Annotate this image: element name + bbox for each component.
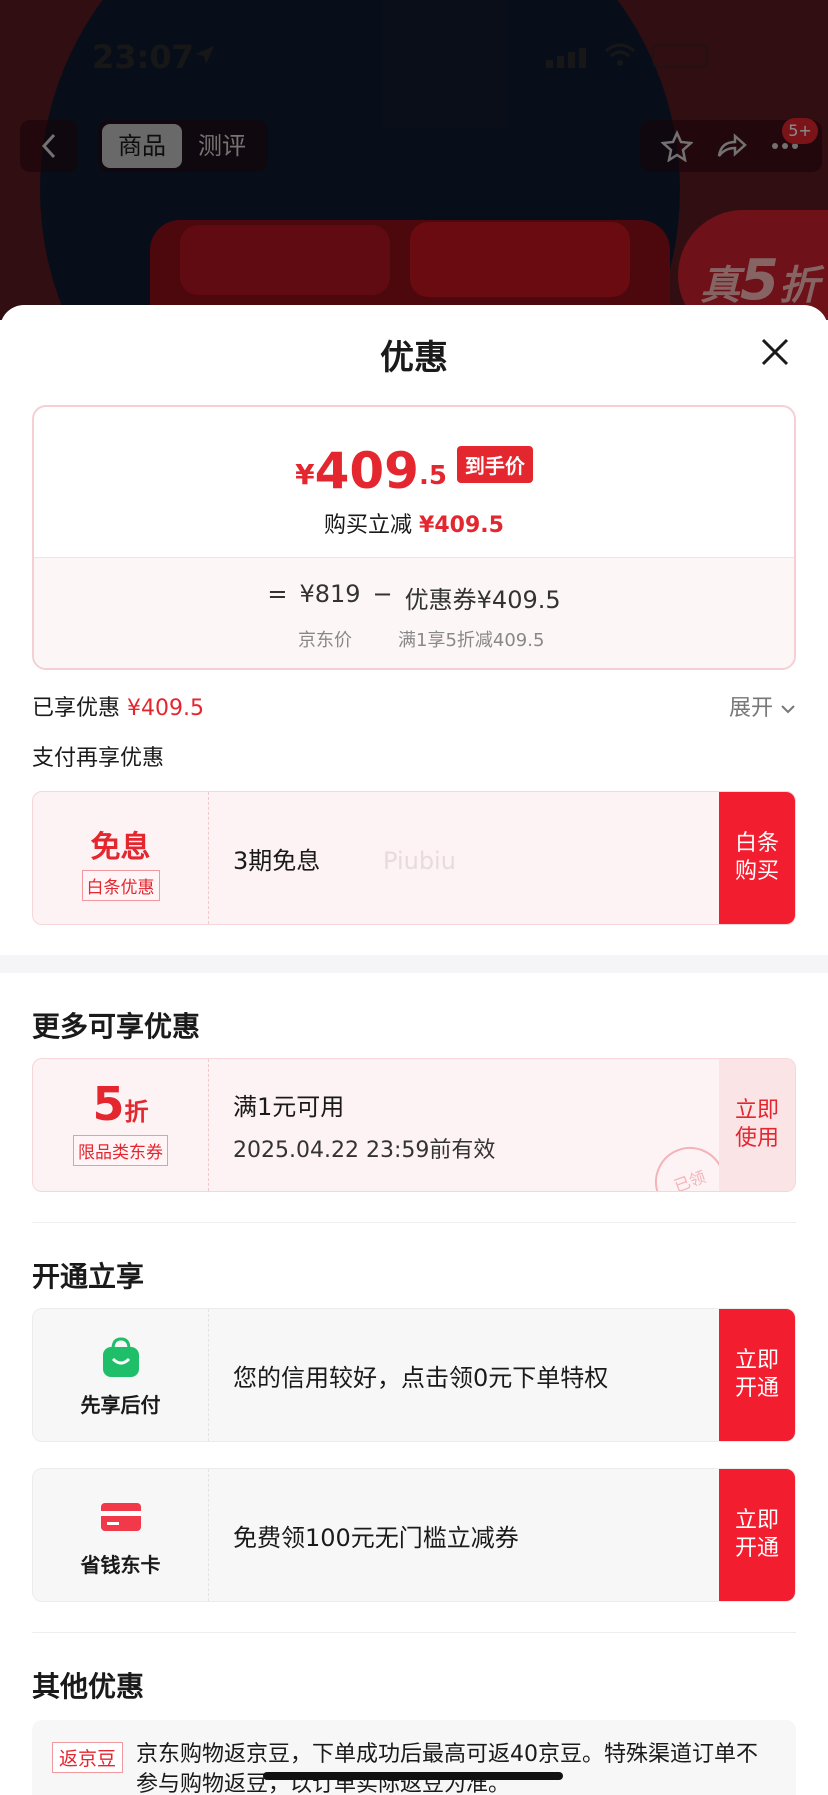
interest-free-label: 免息 [90,830,151,865]
home-indicator[interactable] [263,1772,563,1780]
section-divider [0,955,828,973]
saving-card-item: 省钱东卡 免费领100元无门槛立减券 立即 开通 [32,1468,796,1602]
open-pay-later-button[interactable]: 立即 开通 [719,1309,795,1441]
chevron-down-icon [781,705,795,714]
installment-text: 3期免息 [233,846,321,875]
pay-more-title: 支付再享优惠 [32,746,165,771]
expand-button[interactable]: 展开 [729,690,796,722]
final-price-card: ¥ 409 .5 到手价 购买立减 ¥409.5 = ¥819 − 优惠券¥40… [32,405,796,670]
jd-price: ¥819 [299,580,361,608]
sheet-title: 优惠 [380,338,448,378]
coupon-condition: 满1元可用 [233,1092,345,1121]
watermark: Piubiu [383,847,456,875]
jingdou-rebate: 返京豆 京东购物返京豆，下单成功后最高可返40京豆。特殊渠道订单不参与购物返豆，… [32,1720,796,1795]
pay-later-text: 您的信用较好，点击领0元下单特权 [233,1363,609,1392]
use-coupon-button[interactable]: 立即 使用 [719,1059,795,1191]
pay-later-item: 先享后付 您的信用较好，点击领0元下单特权 立即 开通 [32,1308,796,1442]
coupon-label: 满1享5折减409.5 [398,630,545,651]
coupon-discount: 5折 [92,1077,149,1131]
divider [32,1632,796,1633]
jingdou-tag: 返京豆 [52,1742,124,1773]
baitiao-coupon: 免息 白条优惠 3期免息 Piubiu 白条 购买 [32,791,796,925]
price-breakdown: = ¥819 − 优惠券¥409.5 京东价 满1享5折减409.5 [34,557,794,668]
close-icon[interactable] [758,335,792,369]
modal-backdrop[interactable] [0,0,828,320]
discount-coupon: 5折 限品类东券 满1元可用 2025.04.22 23:59前有效 已领 立即… [32,1058,796,1192]
enjoyed-discount: 已享优惠 ¥409.5 [32,696,204,721]
discount-sheet: 优惠 ¥ 409 .5 到手价 购买立减 ¥409.5 = ¥819 − 优惠券… [0,305,828,1795]
coupon-category-tag: 限品类东券 [73,1135,168,1166]
final-price-tag: 到手价 [456,446,533,483]
baitiao-buy-button[interactable]: 白条 购买 [719,792,795,924]
divider [32,1222,796,1223]
saving-card-text: 免费领100元无门槛立减券 [233,1523,519,1552]
pay-later-name: 先享后付 [80,1393,161,1417]
saving-card-name: 省钱东卡 [80,1553,161,1577]
shopping-bag-icon [102,1337,139,1377]
other-discounts-title: 其他优惠 [32,1670,145,1703]
jd-price-label: 京东价 [298,630,352,651]
discount-summary: 购买立减 ¥409.5 [324,513,504,538]
final-price: ¥ 409 .5 到手价 [34,445,794,497]
open-now-title: 开通立享 [32,1260,145,1293]
coupon-expiry: 2025.04.22 23:59前有效 [233,1137,496,1163]
jingdou-text: 京东购物返京豆，下单成功后最高可返40京豆。特殊渠道订单不参与购物返豆，以订单实… [136,1742,758,1795]
open-saving-card-button[interactable]: 立即 开通 [719,1469,795,1601]
coupon-amount: 优惠券¥409.5 [404,586,561,614]
baitiao-tag: 白条优惠 [81,870,160,901]
more-discounts-title: 更多可享优惠 [32,1010,201,1043]
card-icon [100,1503,141,1531]
